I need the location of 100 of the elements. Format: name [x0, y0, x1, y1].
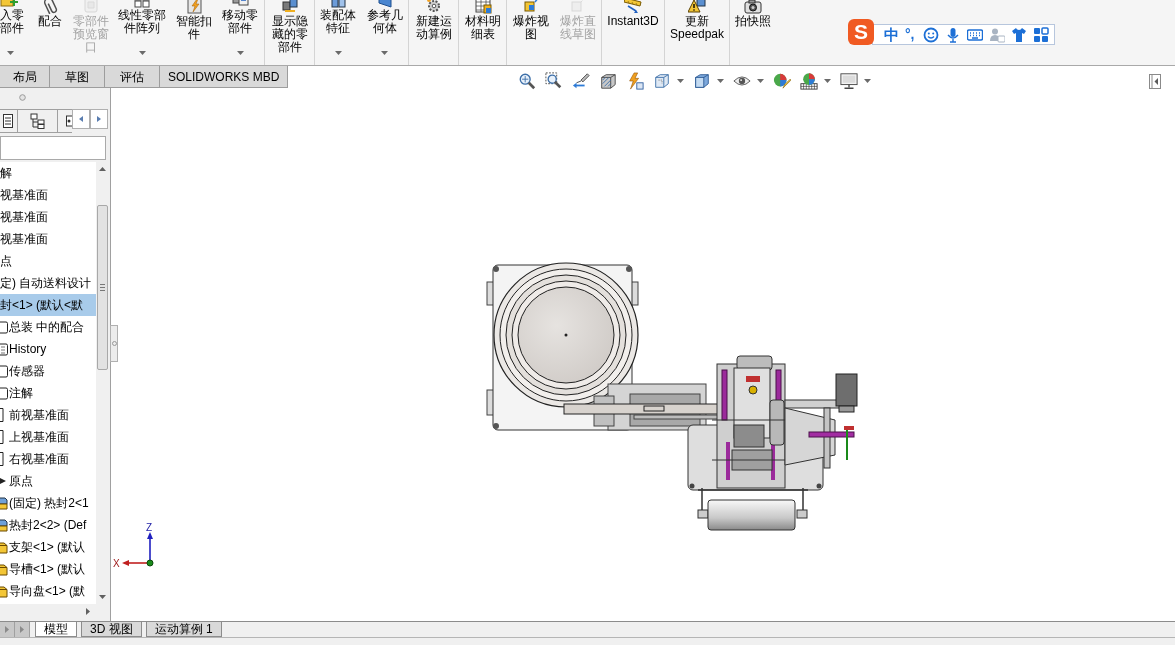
- tree-item[interactable]: 封<1> (默认<默: [0, 294, 96, 316]
- tab[interactable]: 评估: [105, 66, 160, 88]
- caret-icon[interactable]: [334, 51, 342, 55]
- toolbar-button[interactable]: 显示隐藏的零部件: [271, 0, 308, 54]
- toolbar-button[interactable]: 入零部件: [0, 0, 25, 35]
- panel-tab[interactable]: [18, 109, 58, 133]
- list-icon[interactable]: [3, 114, 13, 128]
- assembly-icon: [0, 518, 8, 532]
- smiley-icon[interactable]: [922, 26, 939, 43]
- tab[interactable]: 3D 视图: [81, 622, 142, 637]
- axis-label: X: [113, 558, 120, 569]
- right-arrow-icon: [20, 626, 24, 633]
- toolbar-button[interactable]: 线性零部件阵列: [117, 0, 167, 35]
- toolbar-button[interactable]: 配合: [37, 0, 63, 28]
- tree-item[interactable]: 右视基准面: [0, 448, 96, 470]
- part-icon: [0, 562, 8, 576]
- right-arrow-icon: [97, 116, 101, 122]
- toolbar-button[interactable]: 参考几何体: [366, 0, 403, 35]
- scroll-right-button[interactable]: [90, 109, 108, 129]
- tree-item[interactable]: 上视基准面: [0, 426, 96, 448]
- tree-icon[interactable]: [29, 113, 46, 129]
- tree-item[interactable]: 定) 自动送料设计: [0, 272, 96, 294]
- caret-icon[interactable]: [381, 51, 388, 55]
- tree-item[interactable]: (固定) 热封2<1: [0, 492, 96, 514]
- warning-icon: [688, 0, 706, 14]
- toolbar-button[interactable]: 拍快照: [734, 0, 772, 28]
- section-block-icon[interactable]: [599, 72, 617, 90]
- sphere-icon[interactable]: [800, 72, 818, 90]
- origin-dot-icon: [146, 559, 154, 567]
- splitter-handle[interactable]: [110, 325, 118, 362]
- grip-icon[interactable]: [19, 93, 26, 101]
- caret-icon[interactable]: [677, 79, 684, 83]
- panel-tab[interactable]: [0, 109, 18, 133]
- box-icon: [82, 0, 100, 14]
- cubes-icon: [280, 0, 299, 14]
- tab[interactable]: 布局: [0, 66, 50, 88]
- caret-icon[interactable]: [757, 79, 764, 83]
- right-arrow-icon[interactable]: [86, 608, 90, 615]
- tree-item[interactable]: 注解: [0, 382, 96, 404]
- up-arrow-icon[interactable]: [99, 167, 106, 171]
- toolbar-button[interactable]: 材料明细表: [464, 0, 501, 41]
- right-arrow-icon: [5, 626, 9, 633]
- caret-icon[interactable]: [824, 79, 831, 83]
- tree-item[interactable]: 点: [0, 250, 96, 272]
- tab[interactable]: SOLIDWORKS MBD: [160, 66, 289, 88]
- lightning-icon[interactable]: [626, 72, 644, 90]
- punctuation-toggle[interactable]: °,: [905, 26, 915, 43]
- toolbar-button[interactable]: 新建运动算例: [415, 0, 452, 41]
- caret-icon[interactable]: [236, 51, 244, 55]
- cube-icon: [329, 0, 347, 8]
- sphere-pencil-icon[interactable]: [773, 72, 791, 90]
- assembly-icon: [0, 496, 8, 510]
- tab[interactable]: 运动算例 1: [145, 622, 222, 637]
- tree-item[interactable]: 前视基准面: [0, 404, 96, 426]
- toolbar-button[interactable]: 智能扣件: [175, 0, 213, 41]
- magnifier-icon[interactable]: [518, 72, 536, 90]
- toolbar-button[interactable]: Instant3D: [607, 0, 659, 28]
- tree-item[interactable]: 视基准面: [0, 184, 96, 206]
- caret-icon[interactable]: [138, 51, 146, 55]
- tree-item[interactable]: 传感器: [0, 360, 96, 382]
- cube-icon[interactable]: [693, 72, 711, 90]
- tree-item[interactable]: 支架<1> (默认: [0, 536, 96, 558]
- tree-item[interactable]: 视基准面: [0, 206, 96, 228]
- down-arrow-icon[interactable]: [99, 595, 106, 599]
- box-arrow-icon: [522, 0, 540, 14]
- keyboard-icon[interactable]: [966, 26, 983, 43]
- toolbar-button[interactable]: 爆炸视图: [512, 0, 550, 41]
- tab[interactable]: 草图: [50, 66, 105, 88]
- tree-item[interactable]: 导槽<1> (默认: [0, 558, 96, 580]
- plane-icon: [375, 0, 394, 8]
- input-mode-toggle[interactable]: 中: [884, 26, 899, 43]
- scrollbar-thumb[interactable]: [97, 205, 108, 370]
- caret-icon[interactable]: [7, 51, 14, 55]
- box-plus-icon: [0, 0, 18, 8]
- tree-item[interactable]: 导向盘<1> (默: [0, 580, 96, 602]
- paperclip-icon: [41, 0, 59, 14]
- toolbar-button[interactable]: 装配体特征: [319, 0, 357, 35]
- configuration-icon[interactable]: [66, 115, 72, 127]
- caret-icon[interactable]: [864, 79, 871, 83]
- tree-item[interactable]: 视基准面: [0, 228, 96, 250]
- filter-field[interactable]: [0, 136, 106, 160]
- tree-item[interactable]: 原点: [0, 470, 96, 492]
- left-arrow-icon: [79, 116, 83, 122]
- panel-toggle-icon[interactable]: [1149, 73, 1161, 89]
- toolbar-button[interactable]: 移动零部件: [221, 0, 259, 35]
- monitor-icon[interactable]: [840, 72, 858, 90]
- arrow-icon[interactable]: [572, 72, 590, 90]
- tree-item[interactable]: 解: [0, 162, 96, 184]
- cube-icon[interactable]: [653, 72, 671, 90]
- caret-icon[interactable]: [717, 79, 724, 83]
- grid-icon[interactable]: [1032, 26, 1049, 43]
- magnifier-icon[interactable]: [545, 72, 563, 90]
- tree-item[interactable]: History: [0, 338, 96, 360]
- part-icon: [0, 540, 8, 554]
- tab[interactable]: 模型: [35, 622, 77, 637]
- tree-item[interactable]: 总装 中的配合: [0, 316, 96, 338]
- shirt-icon[interactable]: [1010, 26, 1027, 43]
- ruler-icon: [624, 0, 642, 14]
- toolbar-button[interactable]: 更新 Speedpak: [669, 0, 724, 41]
- tree-item[interactable]: 热封2<2> (Def: [0, 514, 96, 536]
